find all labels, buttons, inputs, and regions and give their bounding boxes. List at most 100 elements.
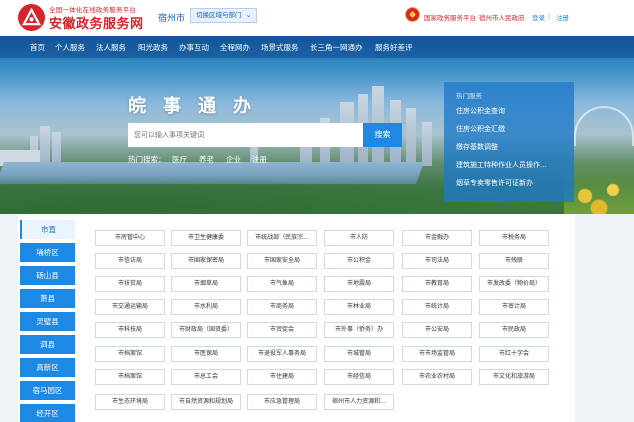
department-item[interactable]: 市信访局 (95, 253, 165, 269)
department-item[interactable]: 市统战部（民族宗... (247, 230, 317, 246)
department-item[interactable]: 市国家安全局 (247, 253, 317, 269)
hot-service-item[interactable]: 住房公积金查询 (456, 106, 505, 116)
logo-icon[interactable] (18, 4, 45, 31)
flower-field (564, 154, 634, 214)
hot-service-item[interactable]: 缴存基数调整 (456, 142, 498, 152)
search-input[interactable] (128, 123, 363, 147)
login-link[interactable]: 登录 (532, 12, 545, 22)
nav-interaction[interactable]: 办事互动 (179, 42, 209, 53)
department-item[interactable]: 市文化和旅游局 (479, 369, 549, 385)
department-item[interactable]: 市水利局 (171, 299, 241, 315)
hero-banner: 首页 个人服务 法人服务 阳光政务 办事互动 全程网办 场景式服务 长三角一网通… (0, 36, 634, 214)
department-item[interactable]: 市财政局（国资委） (171, 322, 241, 338)
nav-personal[interactable]: 个人服务 (55, 42, 85, 53)
hot-search-item[interactable]: 养老 (199, 154, 214, 165)
region-tab[interactable]: 萧县 (20, 289, 75, 308)
department-item[interactable]: 市审计局 (479, 299, 549, 315)
divider: | (548, 12, 551, 20)
nav-rating[interactable]: 服务好差评 (375, 42, 413, 53)
department-item[interactable]: 市扶贫局 (95, 276, 165, 292)
city-switch-button[interactable]: 切换区域与部门 ⌄ (190, 8, 257, 23)
search-button[interactable]: 搜索 (363, 123, 402, 147)
department-item[interactable]: 市档案馆 (95, 369, 165, 385)
top-header: 全国一体化在线政务服务平台 安徽政务服务网 宿州市 切换区域与部门 ⌄ 国家政务… (0, 0, 634, 36)
region-tab[interactable]: 高新区 (20, 358, 75, 377)
department-item[interactable]: 市烟草局 (171, 276, 241, 292)
national-emblem-icon (405, 7, 420, 22)
department-item[interactable]: 市住建局 (247, 369, 317, 385)
building (52, 132, 61, 166)
department-item[interactable]: 宿州市人力资源和... (324, 394, 394, 410)
hot-services-panel: 热门服务 住房公积金查询 住房公积金汇缴 缴存基数调整 建筑施工特种作业人员操作… (444, 82, 574, 202)
region-tab[interactable]: 埇桥区 (20, 243, 75, 262)
department-item[interactable]: 市司法局 (402, 253, 472, 269)
department-item[interactable]: 市林业局 (324, 299, 394, 315)
nav-corporate[interactable]: 法人服务 (96, 42, 126, 53)
department-item[interactable]: 市自然资源和规划局 (171, 394, 241, 410)
department-item[interactable]: 市市场监管局 (402, 346, 472, 362)
hot-services-title: 热门服务 (456, 92, 482, 100)
department-item[interactable]: 市地震局 (324, 276, 394, 292)
region-tab[interactable]: 灵璧县 (20, 312, 75, 331)
department-item[interactable]: 市金融办 (402, 230, 472, 246)
department-item[interactable]: 市总工会 (171, 369, 241, 385)
department-item[interactable]: 市人防 (324, 230, 394, 246)
department-item[interactable]: 市残联 (479, 253, 549, 269)
city-gov-link[interactable]: 宿州市人民政府 (479, 12, 525, 22)
department-item[interactable]: 市交通运输局 (95, 299, 165, 315)
department-item[interactable]: 市房管中心 (95, 230, 165, 246)
building (40, 126, 50, 166)
department-item[interactable]: 市农业农村局 (402, 369, 472, 385)
department-item[interactable]: 市生态环境局 (95, 394, 165, 410)
department-item[interactable]: 市城管局 (324, 346, 394, 362)
building (406, 108, 416, 166)
city-switch-label: 切换区域与部门 (196, 11, 242, 19)
hot-search-item[interactable]: 企业 (226, 154, 241, 165)
hot-service-item[interactable]: 住房公积金汇缴 (456, 124, 505, 134)
region-tab[interactable]: 宿马园区 (20, 381, 75, 400)
national-gov-platform-link[interactable]: 国家政务服务平台 (424, 12, 476, 22)
nav-home[interactable]: 首页 (30, 42, 45, 53)
hot-search-item[interactable]: 注册 (252, 154, 267, 165)
department-item[interactable]: 市经信局 (324, 369, 394, 385)
hot-search-label: 热门搜索： (128, 155, 166, 164)
hot-service-item[interactable]: 烟草专卖零售许可证新办 (456, 178, 533, 188)
department-item[interactable]: 市公积金 (324, 253, 394, 269)
region-tab[interactable]: 市直 (20, 220, 75, 239)
department-item[interactable]: 市税务局 (479, 230, 549, 246)
department-item[interactable]: 市应急管理局 (247, 394, 317, 410)
region-tab[interactable]: 泗县 (20, 335, 75, 354)
hot-search-item[interactable]: 医疗 (172, 154, 187, 165)
register-link[interactable]: 注册 (556, 12, 569, 22)
department-item[interactable]: 市退役军人事务局 (247, 346, 317, 362)
department-item[interactable]: 市医保局 (171, 346, 241, 362)
nav-scenario[interactable]: 场景式服务 (261, 42, 299, 53)
brand-title[interactable]: 安徽政务服务网 (49, 13, 144, 32)
main-nav: 首页 个人服务 法人服务 阳光政务 办事互动 全程网办 场景式服务 长三角一网通… (0, 36, 634, 58)
department-item[interactable]: 市外事（侨务）办 (324, 322, 394, 338)
department-item[interactable]: 市商务局 (247, 299, 317, 315)
hero-slogan: 皖事通办 (128, 96, 268, 117)
department-section: 市直 埇桥区 砀山县 萧县 灵璧县 泗县 高新区 宿马园区 经开区 市房管中心市… (18, 214, 575, 422)
department-item[interactable]: 市红十字会 (479, 346, 549, 362)
department-item[interactable]: 市统计局 (402, 299, 472, 315)
chevron-down-icon: ⌄ (245, 11, 252, 19)
current-city: 宿州市 (158, 14, 186, 24)
department-item[interactable]: 市卫生健康委 (171, 230, 241, 246)
department-item[interactable]: 市发改委（物价局） (479, 276, 549, 292)
department-item[interactable]: 市民政局 (479, 322, 549, 338)
hot-service-item[interactable]: 建筑施工特种作业人员操作... (456, 160, 547, 170)
department-item[interactable]: 市档案馆 (95, 346, 165, 362)
nav-yangtze[interactable]: 长三角一网通办 (310, 42, 363, 53)
department-item[interactable]: 市科技局 (95, 322, 165, 338)
bridge (574, 106, 634, 146)
nav-open-gov[interactable]: 阳光政务 (138, 42, 168, 53)
nav-online[interactable]: 全程网办 (220, 42, 250, 53)
department-item[interactable]: 市国家保密局 (171, 253, 241, 269)
department-item[interactable]: 市贸促会 (247, 322, 317, 338)
region-tab[interactable]: 砀山县 (20, 266, 75, 285)
department-item[interactable]: 市公安局 (402, 322, 472, 338)
region-tab[interactable]: 经开区 (20, 404, 75, 422)
department-item[interactable]: 市气象局 (247, 276, 317, 292)
department-item[interactable]: 市教育局 (402, 276, 472, 292)
